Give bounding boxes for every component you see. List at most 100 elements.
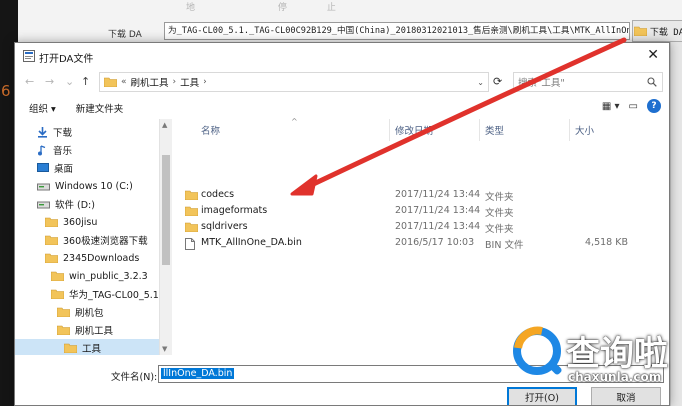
da-path-field[interactable]: 为_TAG-CL00_5.1._TAG-CL00C92B129_中国(China… — [164, 22, 630, 40]
file-modified: 2016/5/17 10:03 — [395, 237, 475, 248]
folder-icon — [57, 307, 70, 317]
help-icon[interactable]: ? — [647, 99, 661, 113]
column-separator[interactable] — [569, 119, 570, 141]
folder-icon — [64, 343, 77, 353]
scroll-up-arrow-icon[interactable]: ▲ — [162, 121, 167, 129]
table-row[interactable]: sqldrivers 2017/11/24 13:44 文件夹 — [184, 219, 655, 235]
navigation-pane: 下载音乐桌面 Windows 10 (C:) 软件 (D:) 360jisu 360极速… — [15, 119, 172, 355]
file-type: 文件夹 — [485, 224, 514, 235]
filename-value: llInOne_DA.bin — [161, 368, 235, 379]
nav-item[interactable]: 2345Downloads — [45, 249, 139, 267]
nav-item[interactable]: 360极速浏览器下载 — [45, 231, 148, 249]
nav-item-label: 软件 (D:) — [55, 200, 95, 211]
sort-indicator-icon: ^ — [291, 117, 298, 126]
column-separator[interactable] — [389, 119, 390, 141]
file-name: sqldrivers — [201, 221, 248, 232]
preview-pane-icon[interactable]: ▭ — [629, 101, 638, 112]
nav-item-label: 工具 — [82, 344, 102, 355]
nav-item-label: 音乐 — [53, 146, 73, 157]
refresh-icon[interactable]: ⟳ — [493, 75, 502, 88]
address-bar[interactable]: « 刷机工具 › 工具 › ⌄ — [99, 72, 489, 92]
nav-item[interactable]: win_public_3.2.3 — [51, 267, 148, 285]
nav-item[interactable]: 桌面 — [37, 159, 73, 177]
address-dropdown-icon[interactable]: ⌄ — [477, 78, 484, 87]
nav-item[interactable]: 工具 — [15, 339, 159, 355]
breadcrumb-segment-1[interactable]: 刷机工具 — [131, 75, 169, 89]
folder-icon — [45, 253, 58, 263]
breadcrumb-chevron-icon: › — [172, 77, 177, 87]
folder-icon — [184, 190, 199, 203]
file-name: imageformats — [201, 205, 268, 216]
background-faint-text: 地 停止 — [186, 3, 376, 13]
nav-item[interactable]: 360jisu — [45, 213, 97, 231]
download-da-label: 下载 DA — [108, 30, 142, 40]
nav-item[interactable]: 刷机工具 — [57, 321, 113, 339]
column-header-name[interactable]: 名称 — [201, 123, 220, 137]
cancel-button[interactable]: 取消 — [591, 387, 661, 405]
nav-item[interactable]: 华为_TAG-CL00_5.1._T — [51, 285, 172, 303]
watermark: 查询啦 chaxunla.com — [508, 322, 680, 386]
download-da-button[interactable]: 下载 DA — [632, 20, 682, 42]
drive-icon — [37, 199, 50, 209]
column-header-type[interactable]: 类型 — [485, 123, 504, 137]
file-modified: 2017/11/24 13:44 — [395, 205, 481, 216]
folder-icon — [45, 235, 58, 245]
up-arrow-icon[interactable]: ↑ — [81, 75, 90, 88]
desktop-icon — [37, 163, 49, 173]
nav-item-label: 桌面 — [54, 164, 74, 175]
column-header-modified[interactable]: 修改日期 — [395, 123, 433, 137]
nav-item-label: 华为_TAG-CL00_5.1._T — [69, 290, 172, 301]
view-options-icon[interactable]: ▦ ▾ — [602, 101, 620, 112]
nav-item-label: 360jisu — [63, 216, 98, 228]
nav-item[interactable]: 刷机包 — [57, 303, 104, 321]
nav-item-label: 下载 — [53, 128, 73, 139]
table-row[interactable]: codecs 2017/11/24 13:44 文件夹 — [184, 187, 655, 203]
search-placeholder: 搜索"工具" — [518, 78, 565, 89]
recent-locations-icon[interactable]: ⌄ — [65, 75, 74, 88]
nav-item-label: 刷机包 — [75, 308, 104, 319]
file-modified: 2017/11/24 13:44 — [395, 189, 481, 200]
search-icon — [647, 77, 657, 87]
nav-item[interactable]: 软件 (D:) — [37, 195, 95, 213]
nav-item-label: 2345Downloads — [63, 252, 140, 264]
navigation-scrollbar[interactable]: ▲ ▼ — [159, 119, 172, 355]
column-header-size[interactable]: 大小 — [575, 123, 594, 137]
nav-item[interactable]: 音乐 — [37, 141, 72, 159]
table-row[interactable]: imageformats 2017/11/24 13:44 文件夹 — [184, 203, 655, 219]
watermark-name: 查询啦 — [566, 334, 668, 374]
dialog-app-icon — [23, 50, 35, 62]
nav-item[interactable]: Windows 10 (C:) — [37, 177, 133, 195]
column-separator[interactable] — [479, 119, 480, 141]
nav-item-label: 刷机工具 — [75, 326, 114, 337]
close-icon[interactable]: ✕ — [647, 47, 659, 63]
drive-icon — [37, 181, 50, 191]
folder-icon — [57, 325, 70, 335]
nav-item-label: Windows 10 (C:) — [55, 180, 133, 192]
address-row: ← → ⌄ ↑ « 刷机工具 › 工具 › ⌄ ⟳ 搜索"工具" — [15, 69, 669, 95]
nav-item-label: win_public_3.2.3 — [69, 270, 148, 282]
scrollbar-thumb[interactable] — [162, 155, 170, 265]
back-arrow-icon[interactable]: ← — [25, 75, 34, 88]
download-da-button-label: 下载 DA — [649, 27, 682, 38]
folder-icon — [104, 77, 117, 87]
file-type: 文件夹 — [485, 192, 514, 203]
file-size: 4,518 KB — [585, 237, 628, 248]
filename-label: 文件名(N): — [111, 372, 158, 383]
background-app-header: 地 停止 下载 DA 为_TAG-CL00_5.1._TAG-CL00C92B1… — [18, 0, 682, 42]
music-icon — [37, 144, 48, 156]
open-button[interactable]: 打开(O) — [507, 387, 577, 405]
new-folder-button[interactable]: 新建文件夹 — [76, 101, 124, 115]
search-input[interactable]: 搜索"工具" — [513, 72, 663, 92]
dialog-titlebar: 打开DA文件 ✕ — [15, 43, 669, 69]
organize-button[interactable]: 组织 ▾ — [29, 101, 56, 115]
scroll-down-arrow-icon[interactable]: ▼ — [162, 345, 167, 353]
forward-arrow-icon[interactable]: → — [45, 75, 54, 88]
folder-icon — [45, 217, 58, 227]
nav-item[interactable]: 下载 — [37, 123, 72, 141]
address-overflow[interactable]: « — [121, 77, 127, 87]
file-type: 文件夹 — [485, 208, 514, 219]
nav-item-label: 360极速浏览器下载 — [63, 236, 148, 247]
breadcrumb-segment-2[interactable]: 工具 — [180, 75, 199, 89]
file-type: BIN 文件 — [485, 240, 524, 251]
table-row[interactable]: MTK_AllInOne_DA.bin 2016/5/17 10:03 BIN 文件… — [185, 235, 655, 251]
